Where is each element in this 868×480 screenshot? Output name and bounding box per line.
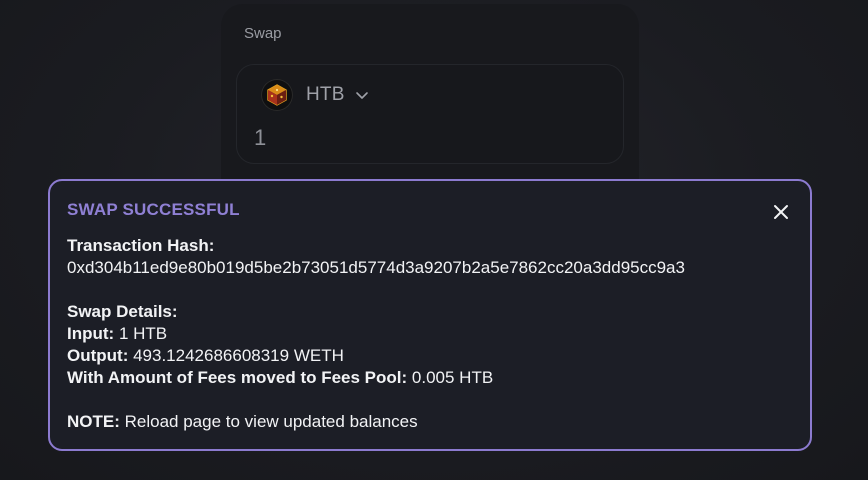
htb-cube-logo-icon: [261, 79, 293, 111]
toast-body: Transaction Hash: 0xd304b11ed9e80b019d5b…: [67, 235, 685, 433]
close-button[interactable]: [768, 199, 794, 225]
input-label: Input:: [67, 324, 115, 343]
output-label: Output:: [67, 346, 129, 365]
output-row: Output: 493.1242686608319 WETH: [67, 345, 685, 367]
amount-input[interactable]: 1: [254, 125, 266, 151]
input-value: 1 HTB: [118, 324, 168, 343]
details-label: Swap Details:: [67, 302, 178, 321]
tx-hash-value: 0xd304b11ed9e80b019d5be2b73051d5774d3a92…: [67, 258, 685, 277]
toast-title: SWAP SUCCESSFUL: [67, 200, 240, 219]
fees-value: 0.005 HTB: [411, 368, 494, 387]
fees-row: With Amount of Fees moved to Fees Pool: …: [67, 367, 685, 389]
close-icon: [774, 205, 788, 219]
note-row: NOTE: Reload page to view updated balanc…: [67, 411, 685, 433]
details-row: Swap Details:: [67, 301, 685, 323]
note-value: Reload page to view updated balances: [124, 412, 418, 431]
tx-hash-label: Transaction Hash:: [67, 236, 215, 255]
swap-success-toast: SWAP SUCCESSFUL Transaction Hash: 0xd304…: [48, 179, 812, 451]
fees-label: With Amount of Fees moved to Fees Pool:: [67, 368, 408, 387]
tx-hash-row: Transaction Hash:: [67, 235, 685, 257]
swap-title: Swap: [244, 25, 282, 42]
note-label: NOTE:: [67, 412, 120, 431]
token-selector[interactable]: HTB: [261, 79, 369, 111]
chevron-down-icon: [355, 88, 369, 102]
token-input-box: HTB 1: [236, 64, 624, 164]
output-value: 493.1242686608319 WETH: [133, 346, 344, 365]
token-symbol: HTB: [306, 84, 345, 105]
input-row: Input: 1 HTB: [67, 323, 685, 345]
